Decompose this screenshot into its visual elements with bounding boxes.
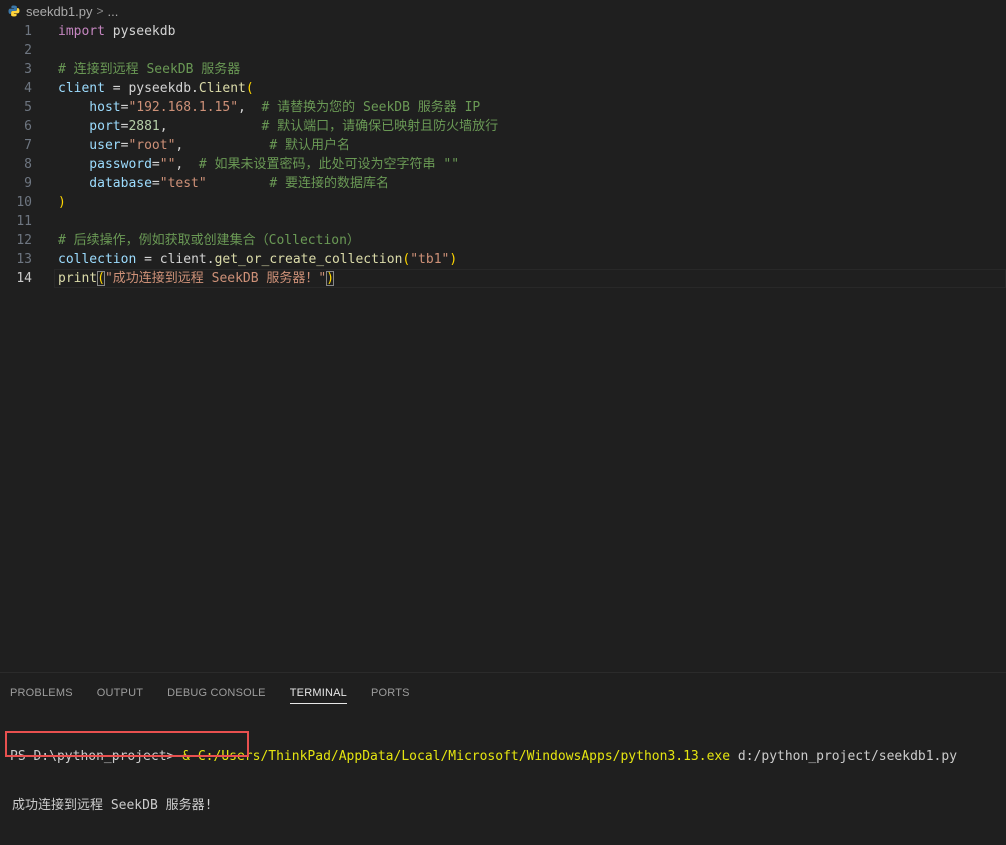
code-text: database="test" # 要连接的数据库名 <box>58 174 389 193</box>
tab-debug-console[interactable]: DEBUG CONSOLE <box>167 673 266 713</box>
code-token: , <box>175 138 270 153</box>
code-line[interactable]: 6 port=2881, # 默认端口，请确保已映射且防火墙放行 <box>0 117 1006 136</box>
code-token: # 请替换为您的 SeekDB 服务器 IP <box>261 100 481 115</box>
code-token: # 如果未设置密码，此处可设为空字符串 "" <box>198 157 460 172</box>
code-token: = <box>151 157 160 172</box>
panel-tabs: PROBLEMS OUTPUT DEBUG CONSOLE TERMINAL PORTS <box>0 673 424 713</box>
code-token: password <box>58 157 152 172</box>
line-number: 3 <box>24 62 32 77</box>
code-text: # 后续操作，例如获取或创建集合（Collection） <box>58 231 360 250</box>
tab-ports[interactable]: PORTS <box>371 673 410 713</box>
code-text: client = pyseekdb.Client( <box>58 79 254 98</box>
code-token: ) <box>58 195 66 210</box>
code-token: "成功连接到远程 SeekDB 服务器！" <box>104 271 327 286</box>
code-line[interactable]: 10) <box>0 193 1006 212</box>
code-token: "test" <box>159 176 207 191</box>
tab-terminal[interactable]: TERMINAL <box>289 673 348 713</box>
code-token: ) <box>326 271 335 286</box>
code-token: "tb1" <box>410 252 450 267</box>
code-line[interactable]: 8 password="", # 如果未设置密码，此处可设为空字符串 "" <box>0 155 1006 174</box>
code-text: collection = client.get_or_create_collec… <box>58 250 457 269</box>
code-text: print("成功连接到远程 SeekDB 服务器！") <box>58 269 335 288</box>
code-text: port=2881, # 默认端口，请确保已映射且防火墙放行 <box>58 117 498 136</box>
code-token: = <box>151 176 160 191</box>
code-token: "" <box>159 157 176 172</box>
code-line[interactable]: 1 import pyseekdb <box>0 22 1006 41</box>
code-token: get_or_create_collection <box>214 252 403 267</box>
code-token: print <box>58 271 98 286</box>
code-token: # 连接到远程 SeekDB 服务器 <box>58 62 241 77</box>
code-text: password="", # 如果未设置密码，此处可设为空字符串 "" <box>58 155 459 174</box>
line-number: 13 <box>16 252 32 267</box>
code-token: port <box>58 119 121 134</box>
line-number: 14 <box>16 271 32 286</box>
line-number: 8 <box>24 157 32 172</box>
code-token: "192.168.1.15" <box>128 100 239 115</box>
breadcrumb: seekdb1.py > ... <box>0 0 1006 22</box>
line-number: 10 <box>16 195 32 210</box>
breadcrumb-file[interactable]: seekdb1.py <box>26 4 93 19</box>
code-text: user="root", # 默认用户名 <box>58 136 350 155</box>
code-token: "root" <box>128 138 176 153</box>
code-token: collection <box>58 252 137 267</box>
code-line[interactable]: 3 # 连接到远程 SeekDB 服务器 <box>0 60 1006 79</box>
code-token: pyseekdb <box>104 24 176 39</box>
code-line[interactable]: 2 <box>0 41 1006 60</box>
code-line[interactable]: 12 # 后续操作，例如获取或创建集合（Collection） <box>0 231 1006 250</box>
code-token: import <box>58 24 105 39</box>
line-number: 5 <box>24 100 32 115</box>
code-token: # 要连接的数据库名 <box>269 176 389 191</box>
code-token: # 后续操作，例如获取或创建集合（Collection） <box>58 233 360 248</box>
code-line[interactable]: 9 database="test" # 要连接的数据库名 <box>0 174 1006 193</box>
code-token: = pyseekdb. <box>104 81 199 96</box>
breadcrumb-more[interactable]: ... <box>108 4 119 19</box>
chevron-right-icon: > <box>96 4 104 18</box>
code-token: , <box>159 119 262 134</box>
code-text: host="192.168.1.15", # 请替换为您的 SeekDB 服务器… <box>58 98 480 117</box>
code-token: ) <box>449 252 458 267</box>
line-number: 6 <box>24 119 32 134</box>
terminal-output-line: 成功连接到远程 SeekDB 服务器! <box>12 798 213 813</box>
code-token: # 默认用户名 <box>269 138 350 153</box>
terminal-script-arg: d:/python_project/seekdb1.py <box>730 749 958 764</box>
bottom-panel: PROBLEMS OUTPUT DEBUG CONSOLE TERMINAL PORTS… <box>0 672 1006 813</box>
code-line[interactable]: 4 client = pyseekdb.Client( <box>0 79 1006 98</box>
code-text: import pyseekdb <box>58 22 175 41</box>
tab-problems[interactable]: PROBLEMS <box>10 673 73 713</box>
code-token: client <box>58 81 105 96</box>
tab-output[interactable]: OUTPUT <box>97 673 143 713</box>
line-number: 12 <box>16 233 32 248</box>
line-number: 4 <box>24 81 32 96</box>
line-number: 9 <box>24 176 32 191</box>
code-token: Client <box>198 81 246 96</box>
code-line[interactable]: 11 <box>0 212 1006 231</box>
code-token: ( <box>97 271 105 286</box>
line-number: 2 <box>24 43 32 58</box>
line-number: 11 <box>16 214 32 229</box>
code-text: ) <box>58 193 66 212</box>
line-number: 7 <box>24 138 32 153</box>
code-line[interactable]: 5 host="192.168.1.15", # 请替换为您的 SeekDB 服… <box>0 98 1006 117</box>
python-file-icon <box>8 5 20 17</box>
code-token: database <box>58 176 152 191</box>
line-number: 1 <box>24 24 32 39</box>
code-line[interactable]: 14 print("成功连接到远程 SeekDB 服务器！") <box>0 269 1006 288</box>
code-token: # 默认端口，请确保已映射且防火墙放行 <box>261 119 499 134</box>
code-token: ( <box>245 81 254 96</box>
code-line[interactable]: 7 user="root", # 默认用户名 <box>0 136 1006 155</box>
code-text: # 连接到远程 SeekDB 服务器 <box>58 60 240 79</box>
code-token: 2881 <box>128 119 160 134</box>
code-token: , <box>175 157 199 172</box>
code-token: = client. <box>136 252 215 267</box>
code-editor[interactable]: 1 import pyseekdb 2 3 # 连接到远程 SeekDB 服务器 4 cli… <box>0 22 1006 672</box>
terminal-exe-path: C:/Users/ThinkPad/AppData/Local/Microsof… <box>197 749 731 764</box>
code-token: host <box>58 100 121 115</box>
code-token: , <box>238 100 262 115</box>
code-token: user <box>58 138 121 153</box>
output-highlight-box <box>5 731 249 757</box>
code-line[interactable]: 13 collection = client.get_or_create_coll… <box>0 250 1006 269</box>
